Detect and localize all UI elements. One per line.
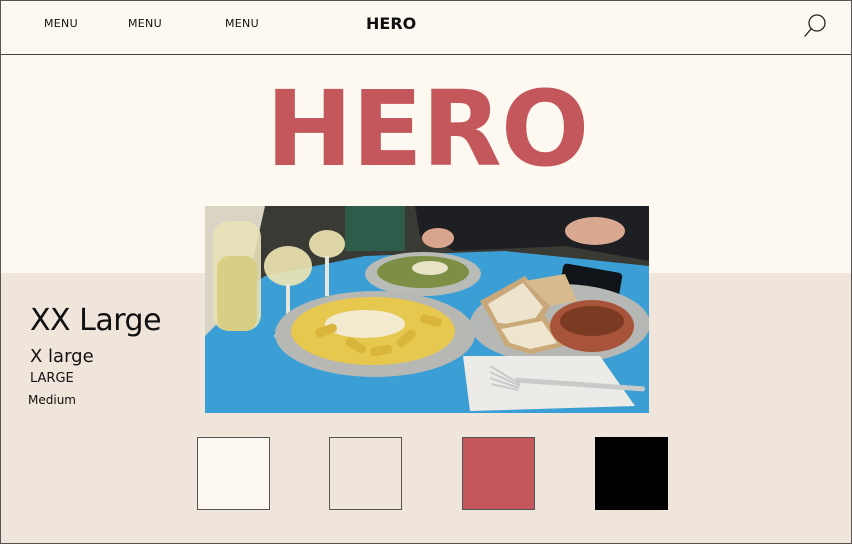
type-sample-large: LARGE	[30, 371, 74, 386]
color-swatch-cream	[197, 437, 270, 510]
color-swatch-black	[595, 437, 668, 510]
nav-menu-1[interactable]: MENU	[44, 17, 78, 30]
type-sample-medium: Medium	[28, 393, 76, 407]
color-swatch-rose	[462, 437, 535, 510]
type-sample-xx-large: XX Large	[30, 303, 162, 338]
type-sample-x-large: X large	[30, 346, 94, 367]
nav-menu-3[interactable]: MENU	[225, 17, 259, 30]
nav-menu-2[interactable]: MENU	[128, 17, 162, 30]
page-frame: MENU MENU MENU HERO HERO XX Large X larg…	[0, 0, 852, 544]
hero-title: HERO	[265, 68, 590, 190]
brand-logo[interactable]: HERO	[366, 14, 416, 33]
site-header: MENU MENU MENU HERO	[1, 1, 851, 55]
color-swatch-beige	[329, 437, 402, 510]
hero-photo	[205, 206, 649, 413]
search-icon[interactable]	[803, 13, 827, 39]
